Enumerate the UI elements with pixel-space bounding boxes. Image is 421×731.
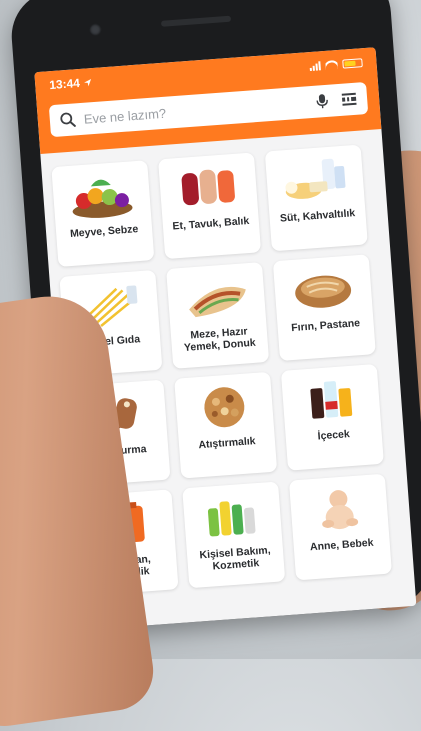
barcode-scanner-icon[interactable] xyxy=(341,92,358,107)
front-camera xyxy=(89,23,102,36)
dairy-image xyxy=(277,153,352,206)
wifi-icon xyxy=(325,60,338,70)
category-tile-produce[interactable]: Meyve, Sebze xyxy=(51,160,154,267)
category-label: Atıştırmalık xyxy=(194,435,260,452)
produce-image xyxy=(64,169,139,222)
search-input[interactable]: Eve ne lazım? xyxy=(83,94,315,126)
category-label: Fırın, Pastane xyxy=(287,317,365,335)
category-label: Et, Tavuk, Balık xyxy=(168,215,253,233)
earpiece-speaker xyxy=(161,16,231,27)
category-tile-ready-meals[interactable]: Meze, Hazır Yemek, Donuk xyxy=(166,262,269,369)
search-icon xyxy=(59,111,76,128)
category-tile-snacks[interactable]: Atıştırmalık xyxy=(174,372,277,479)
category-label: Meze, Hazır Yemek, Donuk xyxy=(171,324,268,355)
category-tile-meat[interactable]: Et, Tavuk, Balık xyxy=(158,152,261,259)
cosmetics-image xyxy=(195,490,270,543)
category-tile-drinks[interactable]: İçecek xyxy=(281,364,384,471)
status-right xyxy=(309,57,363,71)
category-tile-baby[interactable]: Anne, Bebek xyxy=(289,474,392,581)
location-arrow-icon xyxy=(83,78,93,88)
category-label: Süt, Kahvaltılık xyxy=(276,207,360,225)
category-tile-dairy[interactable]: Süt, Kahvaltılık xyxy=(265,145,368,252)
status-time: 13:44 xyxy=(49,76,81,92)
category-label: Kişisel Bakım, Kozmetik xyxy=(187,543,284,574)
category-tile-bakery[interactable]: Fırın, Pastane xyxy=(273,254,376,361)
category-tile-personal-care[interactable]: Kişisel Bakım, Kozmetik xyxy=(182,481,285,588)
category-label: Anne, Bebek xyxy=(306,536,378,553)
bread-image xyxy=(285,263,360,316)
nuts-image xyxy=(187,381,262,434)
battery-icon xyxy=(342,58,363,68)
drinks-image xyxy=(293,373,368,426)
signal-icon xyxy=(309,60,321,71)
category-label: Meyve, Sebze xyxy=(66,223,143,241)
baby-image xyxy=(301,483,376,536)
wrap-image xyxy=(179,271,254,324)
status-left: 13:44 xyxy=(49,75,93,92)
category-label: İçecek xyxy=(313,428,354,443)
microphone-icon[interactable] xyxy=(315,93,330,110)
meat-image xyxy=(171,161,246,214)
